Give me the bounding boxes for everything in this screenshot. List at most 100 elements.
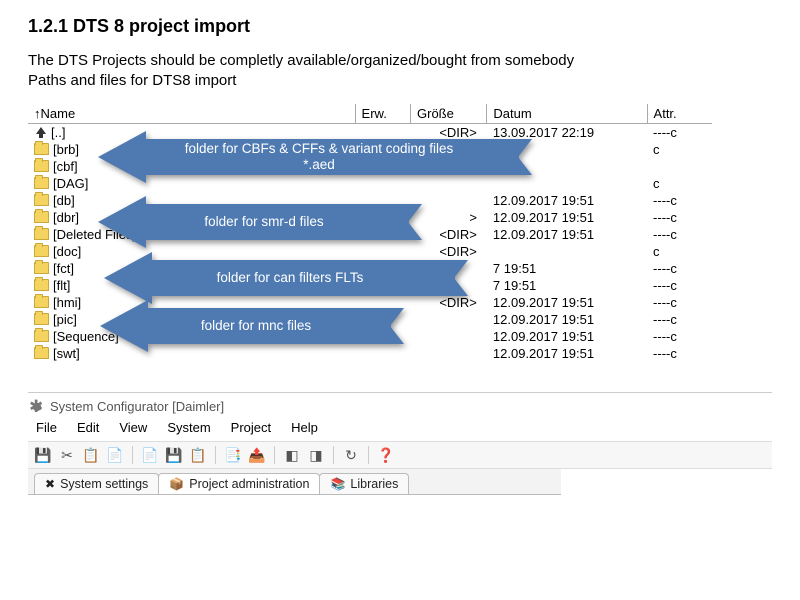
row-name: [dbr] <box>53 210 79 225</box>
folder-icon <box>34 347 49 359</box>
description-line2: Paths and files for DTS8 import <box>28 72 236 89</box>
folder-icon <box>34 194 49 206</box>
row-attr: c <box>647 175 712 192</box>
row-attr: ----c <box>647 226 712 243</box>
menubar: File Edit View System Project Help <box>28 418 772 441</box>
callout-arrow: folder for CBFs & CFFs & variant coding … <box>98 131 518 183</box>
tab-icon: 📦 <box>169 477 184 491</box>
folder-icon <box>34 330 49 342</box>
tab-strip: ✖System settings 📦 Project administration 📚… <box>28 469 561 495</box>
folder-icon <box>34 262 49 274</box>
folder-icon <box>34 296 49 308</box>
toolbar-button[interactable]: 💾 <box>163 445 185 465</box>
row-attr: c <box>647 243 712 260</box>
row-name: [brb] <box>53 142 79 157</box>
row-name: [..] <box>51 125 65 140</box>
folder-icon <box>34 228 49 240</box>
toolbar-button[interactable]: 📑 <box>222 445 244 465</box>
folder-icon <box>34 279 49 291</box>
row-name: [db] <box>53 193 75 208</box>
row-attr: ----c <box>647 345 712 362</box>
toolbar-separator <box>368 446 369 464</box>
col-groesse[interactable]: Größe <box>411 104 487 124</box>
up-arrow-icon <box>34 127 47 138</box>
folder-icon <box>34 143 49 155</box>
callout-text: folder for can filters FLTs <box>152 260 428 296</box>
row-attr: ----c <box>647 277 712 294</box>
row-size <box>411 311 487 328</box>
row-date: 7 19:51 <box>487 277 647 294</box>
row-name: [cbf] <box>53 159 78 174</box>
tab-system-settings[interactable]: ✖System settings <box>34 473 159 494</box>
folder-icon <box>34 177 49 189</box>
toolbar-button[interactable]: 📋 <box>80 445 102 465</box>
section-heading: 1.2.1 DTS 8 project import <box>28 16 772 37</box>
callout-text: folder for smr-d files <box>146 204 382 240</box>
tab-libraries[interactable]: 📚Libraries <box>319 473 409 494</box>
gear-icon <box>30 400 44 414</box>
toolbar-button[interactable]: ❓ <box>375 445 397 465</box>
app-title-text: System Configurator [Daimler] <box>50 399 224 414</box>
toolbar-separator <box>274 446 275 464</box>
tab-label: Libraries <box>350 477 398 491</box>
row-date: 12.09.2017 19:51 <box>487 209 647 226</box>
row-name: [doc] <box>53 244 81 259</box>
menu-item-system[interactable]: System <box>167 420 210 435</box>
menu-item-file[interactable]: File <box>36 420 57 435</box>
menu-item-view[interactable]: View <box>119 420 147 435</box>
row-date <box>487 243 647 260</box>
callout-arrow: folder for can filters FLTs <box>104 252 454 304</box>
row-attr: ----c <box>647 294 712 311</box>
toolbar-button[interactable]: ◧ <box>281 445 303 465</box>
toolbar-button[interactable]: ✂ <box>56 445 78 465</box>
col-datum[interactable]: Datum <box>487 104 647 124</box>
menu-item-project[interactable]: Project <box>231 420 271 435</box>
toolbar-separator <box>333 446 334 464</box>
row-name: [swt] <box>53 346 80 361</box>
row-name: [fct] <box>53 261 74 276</box>
tab-project-administration[interactable]: 📦 Project administration <box>158 473 320 494</box>
row-attr: ----c <box>647 328 712 345</box>
col-erw[interactable]: Erw. <box>355 104 410 124</box>
app-titlebar: System Configurator [Daimler] <box>28 393 772 418</box>
file-listing-wrap: ↑Name Erw. Größe Datum Attr. [..]<DIR>13… <box>28 104 772 362</box>
col-name[interactable]: ↑Name <box>28 104 355 124</box>
row-name: [flt] <box>53 278 70 293</box>
row-date: 7 19:51 <box>487 260 647 277</box>
toolbar-button[interactable]: 📄 <box>104 445 126 465</box>
row-attr: ----c <box>647 311 712 328</box>
toolbar-button[interactable]: 📋 <box>187 445 209 465</box>
app-window: System Configurator [Daimler] File Edit Vi… <box>28 392 772 495</box>
toolbar-button[interactable]: 📤 <box>246 445 268 465</box>
toolbar-button[interactable]: ↻ <box>340 445 362 465</box>
row-attr: ----c <box>647 124 712 142</box>
row-date: 12.09.2017 19:51 <box>487 328 647 345</box>
folder-icon <box>34 245 49 257</box>
toolbar-separator <box>132 446 133 464</box>
description-line1: The DTS Projects should be completly ava… <box>28 52 574 69</box>
row-name: [hmi] <box>53 295 81 310</box>
folder-icon <box>34 313 49 325</box>
toolbar-separator <box>215 446 216 464</box>
row-size <box>411 328 487 345</box>
toolbar-button[interactable]: 📄 <box>139 445 161 465</box>
folder-icon <box>34 211 49 223</box>
tab-label: System settings <box>60 477 148 491</box>
row-date: 12.09.2017 19:51 <box>487 226 647 243</box>
description: The DTS Projects should be completly ava… <box>28 51 772 90</box>
callout-arrow: folder for mnc files <box>100 300 390 352</box>
menu-item-edit[interactable]: Edit <box>77 420 99 435</box>
row-attr: ----c <box>647 260 712 277</box>
toolbar-button[interactable]: 💾 <box>32 445 54 465</box>
callout-text: folder for mnc files <box>148 308 364 344</box>
folder-icon <box>34 160 49 172</box>
tab-label: Project administration <box>189 477 309 491</box>
row-attr: c <box>647 141 712 158</box>
callout-arrow: folder for smr-d files <box>98 196 408 248</box>
row-attr: ----c <box>647 209 712 226</box>
row-attr: ----c <box>647 192 712 209</box>
menu-item-help[interactable]: Help <box>291 420 318 435</box>
row-name: [pic] <box>53 312 77 327</box>
toolbar-button[interactable]: ◨ <box>305 445 327 465</box>
col-attr[interactable]: Attr. <box>647 104 712 124</box>
